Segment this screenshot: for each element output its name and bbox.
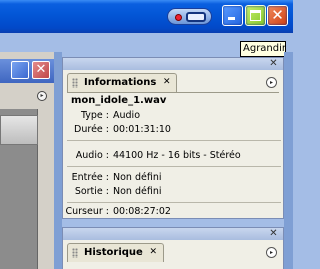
- info-row-audio: Audio : 44100 Hz - 16 bits - Stéréo: [67, 149, 277, 163]
- panel-close-icon[interactable]: ✕: [268, 229, 279, 239]
- info-row-entree: Entrée : Non défini: [67, 171, 277, 185]
- info-row-curseur: Curseur : 00:08:27:02: [65, 205, 277, 219]
- divider: [67, 140, 281, 141]
- info-label: Durée :: [74, 124, 109, 135]
- panel-header-strip: ✕: [63, 58, 283, 70]
- panel-header-strip: ✕: [63, 228, 283, 240]
- info-value: Non défini: [113, 172, 162, 183]
- maximize-button[interactable]: [245, 5, 266, 26]
- minimize-button[interactable]: [222, 5, 243, 26]
- display-mode-icon[interactable]: [167, 8, 212, 25]
- info-row-type: Type : Audio: [67, 109, 277, 123]
- grip-icon[interactable]: [72, 78, 78, 88]
- panel-menu-icon[interactable]: ▸: [266, 77, 277, 88]
- record-dot-icon: [175, 14, 182, 21]
- left-window-maximize-button[interactable]: [11, 61, 29, 79]
- info-label: Entrée :: [71, 172, 109, 183]
- informations-body: mon_idole_1.wav Type : Audio Durée : 00:…: [65, 92, 281, 217]
- informations-panel: ✕ Informations ✕ ▸ mon_idole_1.wav Type …: [62, 57, 284, 219]
- left-window-menu-icon[interactable]: ▸: [37, 91, 47, 101]
- close-icon: ✕: [35, 62, 47, 77]
- tab-label: Informations: [84, 77, 157, 88]
- info-label: Audio :: [75, 150, 109, 161]
- info-value: 00:08:27:02: [113, 206, 171, 217]
- panel-menu-icon[interactable]: ▸: [266, 247, 277, 258]
- tab-historique[interactable]: Historique ✕: [67, 243, 164, 262]
- minimize-icon: [228, 17, 235, 20]
- grip-icon[interactable]: [72, 248, 78, 258]
- tab-informations[interactable]: Informations ✕: [67, 73, 178, 92]
- divider: [67, 202, 281, 203]
- window-titlebar: ✕: [0, 0, 293, 33]
- panel-close-icon[interactable]: ✕: [268, 59, 279, 69]
- info-value: Audio: [113, 110, 141, 121]
- info-row-sortie: Sortie : Non défini: [67, 185, 277, 199]
- maximize-tooltip: Agrandir: [240, 41, 286, 57]
- workspace-gap-right: [284, 52, 293, 269]
- left-window-close-button[interactable]: ✕: [32, 61, 50, 79]
- left-window-clip[interactable]: [0, 115, 38, 145]
- info-row-duree: Durée : 00:01:31:10: [67, 123, 277, 137]
- tab-label: Historique: [84, 247, 143, 258]
- info-value: 44100 Hz - 16 bits - Stéréo: [113, 150, 241, 161]
- info-label: Sortie :: [74, 186, 109, 197]
- close-icon: ✕: [271, 6, 284, 24]
- divider: [67, 166, 281, 167]
- file-name: mon_idole_1.wav: [71, 95, 167, 106]
- info-value: 00:01:31:10: [113, 124, 171, 135]
- maximize-icon: [250, 10, 261, 21]
- close-button[interactable]: ✕: [267, 5, 288, 26]
- monitor-icon: [186, 12, 206, 22]
- info-value: Non défini: [113, 186, 162, 197]
- info-label: Type :: [80, 110, 109, 121]
- tab-close-icon[interactable]: ✕: [148, 247, 159, 258]
- info-label: Curseur :: [65, 206, 109, 217]
- tab-close-icon[interactable]: ✕: [161, 77, 172, 88]
- left-window-track: [0, 109, 38, 269]
- workspace-gap: [62, 219, 284, 227]
- workspace-gap: [54, 52, 62, 269]
- left-window: ✕ ▸: [0, 52, 54, 269]
- historique-panel: ✕ Historique ✕ ▸: [62, 227, 284, 269]
